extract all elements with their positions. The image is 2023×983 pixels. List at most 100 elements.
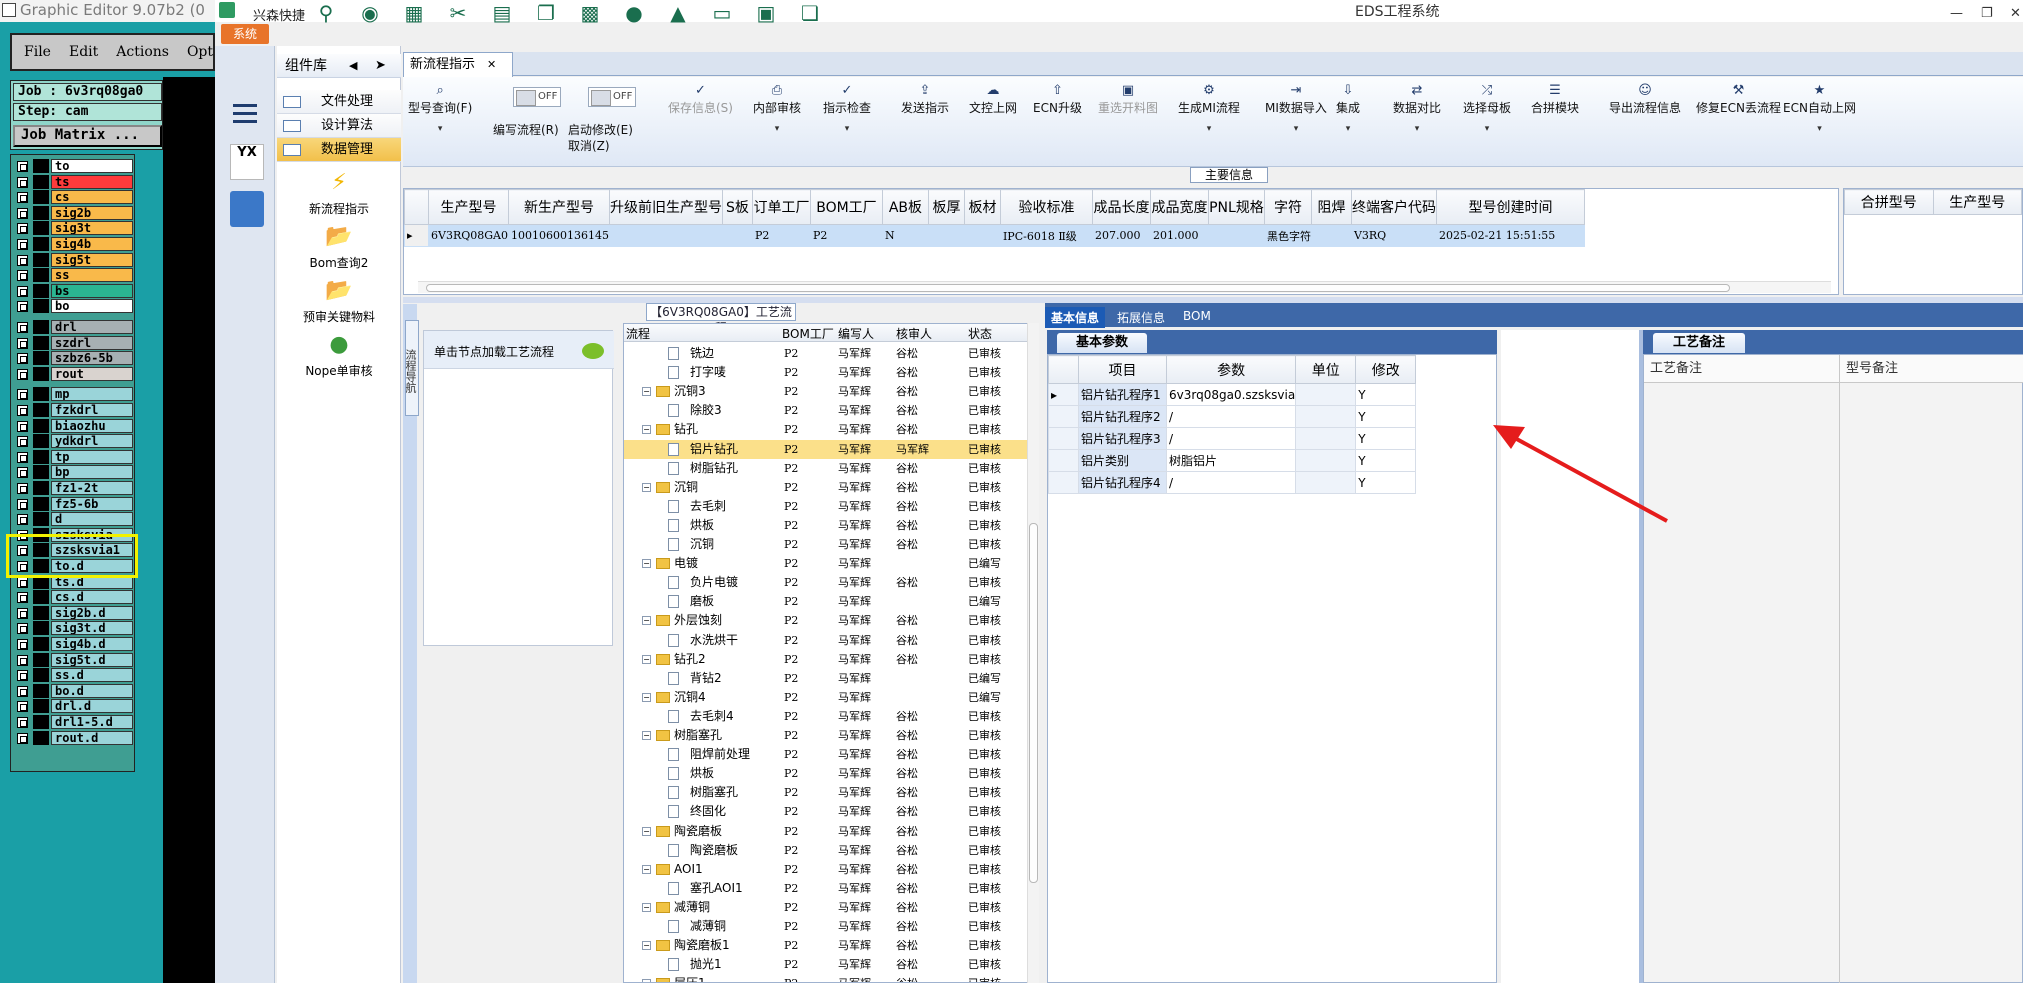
col-header[interactable]: 阻焊	[1310, 189, 1352, 225]
layer-name[interactable]: szdrl	[51, 335, 133, 350]
layer-checkbox[interactable]	[17, 192, 28, 204]
layer-affect-mark[interactable]	[33, 496, 49, 511]
layer-name[interactable]: d	[51, 512, 133, 527]
layer-name[interactable]: bp	[51, 465, 133, 480]
layer-row[interactable]: szbz6-5b	[15, 351, 135, 366]
row-indicator-icon[interactable]	[1048, 471, 1079, 494]
layer-checkbox[interactable]	[17, 654, 28, 666]
layer-row[interactable]: fzkdrl	[15, 403, 135, 418]
toolbar-button[interactable]: ⤮ 选择母板 ▾	[1463, 83, 1511, 134]
tree-row[interactable]: 减薄铜 P2 马军辉 谷松 已审核	[624, 917, 1032, 936]
layer-affect-mark[interactable]	[33, 268, 49, 283]
layer-affect-mark[interactable]	[33, 335, 49, 350]
menu-file-processing[interactable]: 文件处理	[277, 90, 401, 114]
tree-row[interactable]: 陶瓷磨板 P2 马军辉 谷松 已审核	[624, 841, 1032, 860]
layer-name[interactable]: drl	[51, 320, 133, 334]
layer-affect-mark[interactable]	[33, 683, 49, 698]
layer-checkbox[interactable]	[17, 368, 28, 380]
collapse-icon[interactable]: −	[642, 902, 651, 912]
layer-checkbox[interactable]	[17, 514, 28, 526]
param-edit[interactable]: Y	[1355, 427, 1417, 450]
layer-row[interactable]: fz5-6b	[15, 496, 135, 512]
dropdown-icon[interactable]: ▾	[1783, 124, 1856, 134]
layer-row[interactable]: mp	[15, 387, 135, 402]
col-status[interactable]: 状态	[968, 325, 992, 342]
layer-row[interactable]: d	[15, 512, 135, 527]
layer-checkbox[interactable]	[17, 337, 28, 349]
col-checker[interactable]: 核审人	[896, 325, 932, 342]
layer-name[interactable]: drl.d	[51, 699, 133, 714]
layer-checkbox[interactable]	[17, 685, 28, 697]
layer-name[interactable]: sig4b.d	[51, 637, 133, 651]
param-row[interactable]: 铝片钻孔程序4/ Y	[1048, 471, 1417, 494]
tree-row[interactable]: − 电镀 P2 马军辉 已编写	[624, 554, 1032, 573]
layer-affect-mark[interactable]	[33, 652, 49, 667]
table-row[interactable]: ▸ 6V3RQ08GA0 10010600136145 P2 P2 N IPC-6018 Ⅱ…	[404, 224, 1585, 247]
col-header[interactable]: 型号创建时间	[1435, 189, 1585, 225]
clone-icon[interactable]: ❏	[799, 2, 821, 24]
quick-key-materials[interactable]: 📂 预审关键物料	[277, 278, 401, 325]
col-header[interactable]: 字符	[1263, 189, 1312, 225]
row-indicator-icon[interactable]: ▸	[1048, 383, 1079, 406]
layer-name[interactable]: cs	[51, 190, 133, 205]
layer-row[interactable]: sig3t	[15, 221, 135, 236]
toolbar-button[interactable]: ⇥ MI数据导入 ▾	[1265, 83, 1327, 134]
col-header[interactable]: 验收标准	[999, 189, 1093, 225]
tab-basic-info[interactable]: 基本信息	[1045, 307, 1106, 328]
toolbar-button[interactable]: ☺ 导出流程信息	[1609, 83, 1681, 116]
job-matrix-button[interactable]: Job Matrix ...	[13, 125, 162, 147]
toolbar-button[interactable]: ⇧ ECN升级	[1033, 83, 1082, 116]
close-icon[interactable]: ✕	[2010, 6, 2021, 21]
table-cell[interactable]	[608, 224, 723, 247]
layer-row[interactable]: bs	[15, 283, 135, 299]
dropdown-icon[interactable]: ▾	[1265, 124, 1327, 134]
param-unit[interactable]	[1295, 471, 1357, 494]
param-edit[interactable]: Y	[1355, 405, 1417, 428]
layer-checkbox[interactable]	[17, 322, 28, 333]
layer-affect-mark[interactable]	[33, 205, 49, 220]
layer-checkbox[interactable]	[17, 239, 28, 250]
layer-checkbox[interactable]	[17, 285, 28, 297]
layer-affect-mark[interactable]	[33, 668, 49, 683]
table-cell[interactable]: V3RQ	[1350, 224, 1437, 247]
table-cell[interactable]: 201.000	[1149, 224, 1209, 247]
layer-row[interactable]: bo	[15, 299, 135, 314]
copy-icon[interactable]: ❐	[535, 2, 557, 24]
layer-checkbox[interactable]	[17, 451, 28, 463]
col-header[interactable]: BOM工厂	[809, 189, 883, 225]
tree-row[interactable]: 打字唛 P2 马军辉 谷松 已审核	[624, 363, 1032, 382]
toolbar-button[interactable]: 启动修改(E)	[568, 121, 633, 138]
row-header-corner[interactable]	[1048, 355, 1079, 384]
collapse-icon[interactable]: −	[642, 425, 651, 435]
layer-affect-mark[interactable]	[33, 434, 49, 449]
layer-row[interactable]: drl1-5.d	[15, 715, 135, 730]
col-model-notes[interactable]: 型号备注	[1840, 355, 2023, 383]
tab-close-icon[interactable]: ✕	[487, 58, 496, 71]
layer-name[interactable]: sig2b	[51, 205, 133, 220]
toggle-switch[interactable]: OFF	[513, 87, 561, 107]
collapse-icon[interactable]: −	[642, 654, 651, 664]
layer-affect-mark[interactable]	[33, 387, 49, 402]
param-value[interactable]: 树脂铝片	[1165, 449, 1297, 472]
tree-row[interactable]: − 陶瓷磨板1 P2 马军辉 谷松 已审核	[624, 936, 1032, 955]
hamburger-icon[interactable]	[233, 104, 257, 123]
layer-row[interactable]: rout.d	[15, 730, 135, 746]
horizontal-scrollbar[interactable]	[418, 281, 1831, 293]
layer-checkbox[interactable]	[17, 576, 28, 588]
quick-bom-query[interactable]: 📂 Bom查询2	[277, 224, 401, 271]
layer-name[interactable]: mp	[51, 387, 133, 402]
layer-checkbox[interactable]	[17, 639, 28, 650]
layer-checkbox[interactable]	[17, 498, 28, 510]
param-row[interactable]: 铝片类别 树脂铝片 Y	[1048, 449, 1417, 472]
tree-row[interactable]: − 减薄铜 P2 马军辉 谷松 已审核	[624, 898, 1032, 917]
table-cell[interactable]: N	[881, 224, 929, 247]
col-header[interactable]: 参数	[1165, 355, 1297, 384]
layer-name[interactable]: ts	[51, 174, 133, 189]
tab-new-flow[interactable]: 新流程指示 ✕	[403, 52, 513, 77]
param-value[interactable]: /	[1165, 471, 1297, 494]
layer-name[interactable]: bs	[51, 283, 133, 298]
menu-design-algorithm[interactable]: 设计算法	[277, 114, 401, 138]
arrow-left-icon[interactable]: ◀	[349, 54, 357, 78]
layer-checkbox[interactable]	[17, 701, 28, 713]
toolbar-button[interactable]: ▣ 重选开料图	[1098, 83, 1158, 116]
